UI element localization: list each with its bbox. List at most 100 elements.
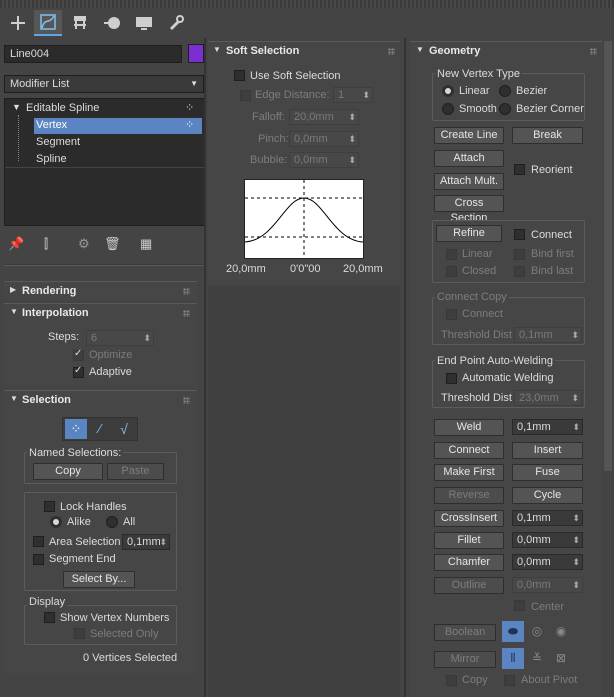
create-line-button[interactable]: Create Line <box>434 127 504 144</box>
bubble-spinner[interactable]: 0,0mm <box>289 152 359 168</box>
crossinsert-button[interactable]: CrossInsert <box>434 510 504 527</box>
mirror-button[interactable]: Mirror <box>434 651 496 668</box>
fillet-spinner[interactable]: 0,0mm <box>512 532 583 548</box>
outline-spinner[interactable]: 0,0mm <box>512 577 583 593</box>
alike-radio[interactable] <box>50 516 62 528</box>
selection-title[interactable]: Selection <box>22 394 71 406</box>
area-selection-spinner[interactable]: 0,1mm <box>122 534 170 550</box>
automatic-welding-checkbox[interactable] <box>446 373 457 384</box>
interpolation-title[interactable]: Interpolation <box>22 307 89 319</box>
connect-copy-checkbox[interactable] <box>446 309 457 320</box>
bezier-corner-radio[interactable] <box>499 103 511 115</box>
linear-radio[interactable] <box>442 85 454 97</box>
modifier-list-dropdown[interactable]: Modifier List ▼ <box>4 75 204 93</box>
display-tab[interactable] <box>130 10 158 36</box>
selected-only-checkbox[interactable] <box>74 628 85 639</box>
object-color-swatch[interactable] <box>188 44 204 63</box>
make-first-button[interactable]: Make First <box>434 464 504 481</box>
edge-distance-spinner[interactable]: 1 <box>333 87 373 103</box>
stack-root-item[interactable]: Editable Spline <box>26 102 99 114</box>
object-name-field[interactable]: Line004 <box>4 45 182 63</box>
use-soft-selection-checkbox[interactable] <box>234 70 245 81</box>
expanded-arrow-icon[interactable]: ▼ <box>213 45 221 54</box>
expanded-arrow-icon[interactable]: ▼ <box>416 45 424 54</box>
linear-checkbox[interactable] <box>446 249 457 260</box>
break-button[interactable]: Break <box>512 127 583 144</box>
bind-last-checkbox[interactable] <box>514 266 525 277</box>
crossinsert-spinner[interactable]: 0,1mm <box>512 510 583 526</box>
make-unique-icon[interactable]: ⚙ <box>78 236 90 252</box>
edge-distance-checkbox[interactable] <box>240 90 251 101</box>
pinch-spinner[interactable]: 0,0mm <box>289 131 359 147</box>
adaptive-checkbox[interactable] <box>73 365 84 378</box>
soft-selection-title[interactable]: Soft Selection <box>226 45 299 57</box>
fuse-button[interactable]: Fuse <box>512 464 583 481</box>
chamfer-button[interactable]: Chamfer <box>434 554 504 571</box>
center-checkbox[interactable] <box>514 600 525 611</box>
weld-button[interactable]: Weld <box>434 419 504 436</box>
optimize-checkbox[interactable] <box>73 348 84 361</box>
boolean-button[interactable]: Boolean <box>434 624 496 641</box>
create-tab[interactable] <box>4 10 32 36</box>
union-icon[interactable]: ⬬ <box>502 621 524 642</box>
spline-mode-icon[interactable]: √ <box>114 419 134 439</box>
connect-button[interactable]: Connect <box>434 442 504 459</box>
stack-item-spline[interactable]: Spline <box>36 153 67 165</box>
expanded-arrow-icon[interactable]: ▼ <box>10 307 18 316</box>
configure-sets-icon[interactable]: ▦ <box>140 236 152 252</box>
intersect-icon[interactable]: ◉ <box>550 621 572 642</box>
smooth-radio[interactable] <box>442 103 454 115</box>
utilities-tab[interactable] <box>162 10 190 36</box>
attach-mult-button[interactable]: Attach Mult. <box>434 173 504 190</box>
reorient-checkbox[interactable] <box>514 164 525 175</box>
hierarchy-tab[interactable] <box>66 10 94 36</box>
vertex-mode-icon[interactable]: ⁘ <box>65 419 87 439</box>
connect-checkbox[interactable] <box>514 229 525 240</box>
about-pivot-checkbox[interactable] <box>504 675 515 686</box>
closed-checkbox[interactable] <box>446 266 457 277</box>
trash-icon[interactable]: 🗑 <box>104 236 121 252</box>
fillet-button[interactable]: Fillet <box>434 532 504 549</box>
splitter[interactable] <box>4 264 205 266</box>
show-end-result-icon[interactable]: ⫿ <box>44 236 48 252</box>
reverse-button[interactable]: Reverse <box>434 487 504 504</box>
stack-item-segment[interactable]: Segment <box>36 136 80 148</box>
chamfer-spinner[interactable]: 0,0mm <box>512 554 583 570</box>
segment-end-checkbox[interactable] <box>33 554 44 565</box>
copy-checkbox[interactable] <box>446 675 457 686</box>
area-selection-checkbox[interactable] <box>33 536 44 547</box>
mirror-vertical-icon[interactable]: ≚ <box>526 648 548 669</box>
all-radio[interactable] <box>106 516 118 528</box>
expand-icon[interactable]: ▼ <box>12 102 21 112</box>
cross-section-button[interactable]: Cross Section <box>434 195 504 224</box>
outline-button[interactable]: Outline <box>434 577 504 594</box>
copy-button[interactable]: Copy <box>33 463 103 480</box>
paste-button[interactable]: Paste <box>107 463 164 480</box>
modify-tab[interactable] <box>34 10 62 36</box>
geometry-title[interactable]: Geometry <box>429 45 480 57</box>
mirror-both-icon[interactable]: ⊠ <box>550 648 572 669</box>
mirror-horizontal-icon[interactable]: ⫴ <box>502 648 524 669</box>
bezier-radio[interactable] <box>499 85 511 97</box>
show-vertex-numbers-checkbox[interactable] <box>44 612 55 623</box>
expanded-arrow-icon[interactable]: ▼ <box>10 394 18 403</box>
cycle-button[interactable]: Cycle <box>512 487 583 504</box>
select-by-button[interactable]: Select By... <box>63 571 135 588</box>
stack-item-vertex[interactable]: Vertex <box>36 119 67 131</box>
threshold-dist-spinner[interactable]: 0,1mm <box>514 327 582 343</box>
rendering-rollout[interactable]: ▶ Rendering <box>4 281 197 300</box>
falloff-spinner[interactable]: 20,0mm <box>289 109 359 125</box>
weld-spinner[interactable]: 0,1mm <box>512 419 583 435</box>
insert-button[interactable]: Insert <box>512 442 583 459</box>
attach-button[interactable]: Attach <box>434 150 504 167</box>
threshold-dist2-spinner[interactable]: 23,0mm <box>514 390 582 406</box>
motion-tab[interactable] <box>98 10 126 36</box>
segment-mode-icon[interactable]: ⁄ <box>90 419 110 439</box>
steps-spinner[interactable]: 6 <box>86 330 154 346</box>
refine-button[interactable]: Refine <box>436 225 502 242</box>
lock-handles-checkbox[interactable] <box>44 501 55 512</box>
subtract-icon[interactable]: ◎ <box>526 621 548 642</box>
scrollbar-thumb[interactable] <box>604 41 612 471</box>
bind-first-checkbox[interactable] <box>514 249 525 260</box>
pin-stack-icon[interactable]: 📌 <box>8 236 24 252</box>
